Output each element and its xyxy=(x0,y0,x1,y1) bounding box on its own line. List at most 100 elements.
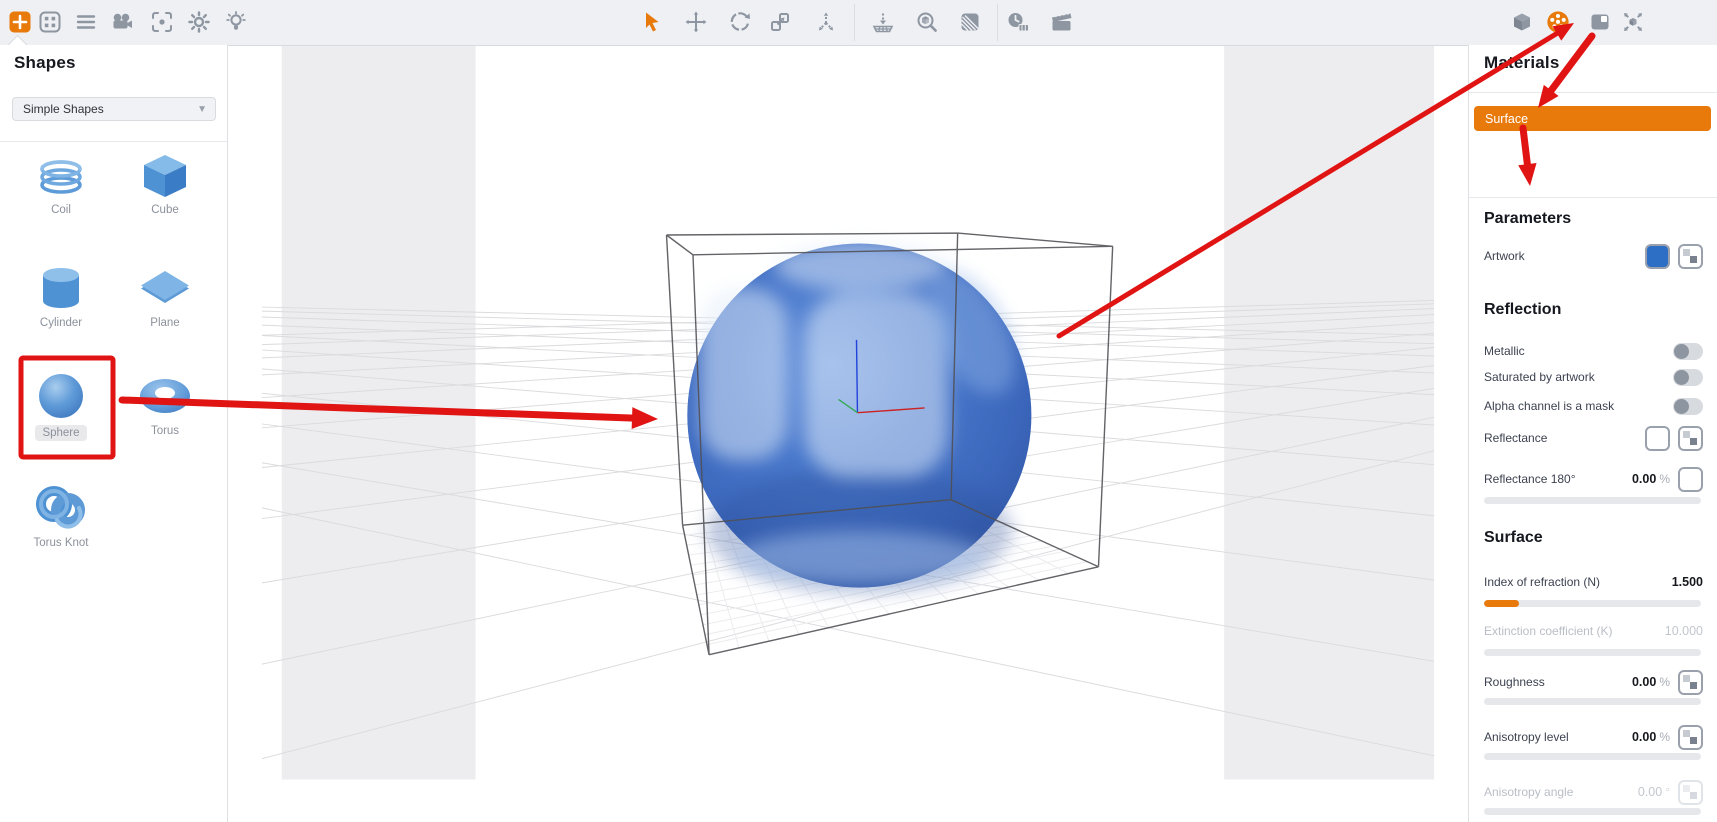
anisotropy-level-texture-button[interactable] xyxy=(1678,724,1703,750)
metallic-row: Metallic xyxy=(1469,338,1717,364)
reflectance-180-label: Reflectance 180° xyxy=(1484,472,1576,486)
drop-to-floor-icon xyxy=(872,13,894,33)
panel-divider xyxy=(1469,197,1717,198)
focus-button[interactable] xyxy=(150,10,174,34)
cube-panel-icon xyxy=(1514,13,1530,31)
materials-panel-button[interactable] xyxy=(1546,10,1570,34)
alpha-mask-label: Alpha channel is a mask xyxy=(1484,399,1615,413)
time-lapse-button[interactable] xyxy=(1006,10,1030,34)
parameters-heading: Parameters xyxy=(1484,210,1572,227)
viewport-canvas[interactable] xyxy=(228,45,1468,822)
metallic-label: Metallic xyxy=(1484,344,1525,358)
artwork-texture-button[interactable] xyxy=(1678,243,1703,269)
ior-slider[interactable] xyxy=(1484,600,1701,607)
shape-item-cube[interactable]: Cube xyxy=(113,153,217,218)
anisotropy-level-unit: % xyxy=(1659,730,1670,744)
shapes-sidebar: Shapes Simple Shapes ▼ Coil Cube Cylinde xyxy=(0,45,228,822)
reflectance-color-swatch[interactable] xyxy=(1645,425,1670,451)
plane-icon xyxy=(141,271,189,303)
gear-icon xyxy=(188,11,210,33)
layout-panel-button[interactable] xyxy=(1588,10,1612,34)
ior-value: 1.500 xyxy=(1671,575,1703,589)
shape-item-plane[interactable]: Plane xyxy=(113,266,217,331)
main-toolbar xyxy=(0,0,1717,46)
toolbar-divider xyxy=(997,4,998,41)
extinction-slider[interactable] xyxy=(1484,649,1701,656)
shape-label: Plane xyxy=(150,317,180,329)
reflection-heading: Reflection xyxy=(1484,301,1562,318)
cube-icon xyxy=(144,155,186,197)
scale-icon xyxy=(771,13,789,31)
extinction-row: Extinction coefficient (K) 10.000 xyxy=(1469,618,1717,644)
coil-icon xyxy=(40,160,82,194)
fit-view-button[interactable] xyxy=(1621,10,1645,34)
reflectance-180-slider[interactable] xyxy=(1484,497,1701,504)
sidebar-divider xyxy=(0,141,227,142)
select-tool-button[interactable] xyxy=(641,10,665,34)
metallic-toggle[interactable] xyxy=(1673,342,1703,360)
artwork-color-swatch[interactable] xyxy=(1645,243,1670,269)
animation-button[interactable] xyxy=(1050,10,1074,34)
reflectance-180-texture-button[interactable] xyxy=(1678,466,1703,492)
torus-icon xyxy=(140,379,190,413)
ior-label: Index of refraction (N) xyxy=(1484,575,1601,589)
shape-item-coil[interactable]: Coil xyxy=(9,153,113,218)
scale-tool-button[interactable] xyxy=(768,10,792,34)
ior-row: Index of refraction (N) 1.500 xyxy=(1469,569,1717,595)
shapes-title: Shapes xyxy=(14,53,76,72)
sphere-icon xyxy=(39,374,83,418)
find-shape-icon xyxy=(917,12,937,32)
roughness-texture-button[interactable] xyxy=(1678,669,1703,695)
scene-list-button[interactable] xyxy=(74,10,98,34)
shapes-panel-button[interactable] xyxy=(1510,10,1534,34)
materials-ball-icon xyxy=(1547,11,1569,33)
material-item-surface[interactable]: Surface xyxy=(1474,106,1711,131)
rotate-tool-button[interactable] xyxy=(728,10,752,34)
reflectance-row: Reflectance xyxy=(1469,423,1717,453)
camera-button[interactable] xyxy=(110,10,134,34)
anisotropy-angle-texture-button[interactable] xyxy=(1678,779,1703,805)
saturated-row: Saturated by artwork xyxy=(1469,364,1717,390)
toolbar-divider xyxy=(854,4,855,41)
shape-item-torus[interactable]: Torus xyxy=(113,372,217,439)
shape-item-sphere[interactable]: Sphere xyxy=(9,372,113,441)
alpha-mask-toggle[interactable] xyxy=(1673,397,1703,415)
add-shape-button[interactable] xyxy=(8,10,32,34)
time-lapse-icon xyxy=(1008,13,1029,32)
roughness-slider[interactable] xyxy=(1484,698,1701,705)
anisotropy-angle-slider[interactable] xyxy=(1484,808,1701,815)
layout-panel-icon xyxy=(1591,14,1609,30)
shape-category-dropdown[interactable]: Simple Shapes ▼ xyxy=(12,97,216,121)
saturated-label: Saturated by artwork xyxy=(1484,370,1595,384)
move-tool-button[interactable] xyxy=(684,10,708,34)
shape-label: Cylinder xyxy=(39,317,83,329)
reflectance-180-row: Reflectance 180° 0.00 % xyxy=(1469,464,1717,494)
plus-icon xyxy=(9,11,31,33)
library-button[interactable] xyxy=(38,10,62,34)
find-shape-button[interactable] xyxy=(915,10,939,34)
shape-item-torus-knot[interactable]: Torus Knot xyxy=(9,482,113,551)
roughness-unit: % xyxy=(1659,675,1670,689)
drop-to-floor-button[interactable] xyxy=(871,10,895,34)
environment-light-button[interactable] xyxy=(224,10,248,34)
shading-button[interactable] xyxy=(958,10,982,34)
distribute-tool-button[interactable] xyxy=(814,10,838,34)
reflectance-texture-button[interactable] xyxy=(1678,425,1703,451)
scatter-arrows-icon xyxy=(819,12,833,31)
artwork-row: Artwork xyxy=(1469,239,1717,273)
extinction-label: Extinction coefficient (K) xyxy=(1484,624,1613,638)
anisotropy-angle-unit: ° xyxy=(1665,785,1670,799)
clapperboard-icon xyxy=(1052,11,1072,31)
shading-icon xyxy=(961,13,979,31)
anisotropy-level-slider[interactable] xyxy=(1484,753,1701,760)
alpha-mask-row: Alpha channel is a mask xyxy=(1469,393,1717,419)
rotate-arrow-icon xyxy=(730,12,750,31)
shape-label: Cube xyxy=(151,204,179,216)
shape-item-cylinder[interactable]: Cylinder xyxy=(9,266,113,331)
saturated-toggle[interactable] xyxy=(1673,368,1703,386)
roughness-label: Roughness xyxy=(1484,675,1545,689)
anisotropy-level-label: Anisotropy level xyxy=(1484,730,1569,744)
shape-label-selected: Sphere xyxy=(35,425,87,441)
materials-panel: Materials Surface Parameters Artwork Ref… xyxy=(1468,45,1717,822)
settings-button[interactable] xyxy=(187,10,211,34)
